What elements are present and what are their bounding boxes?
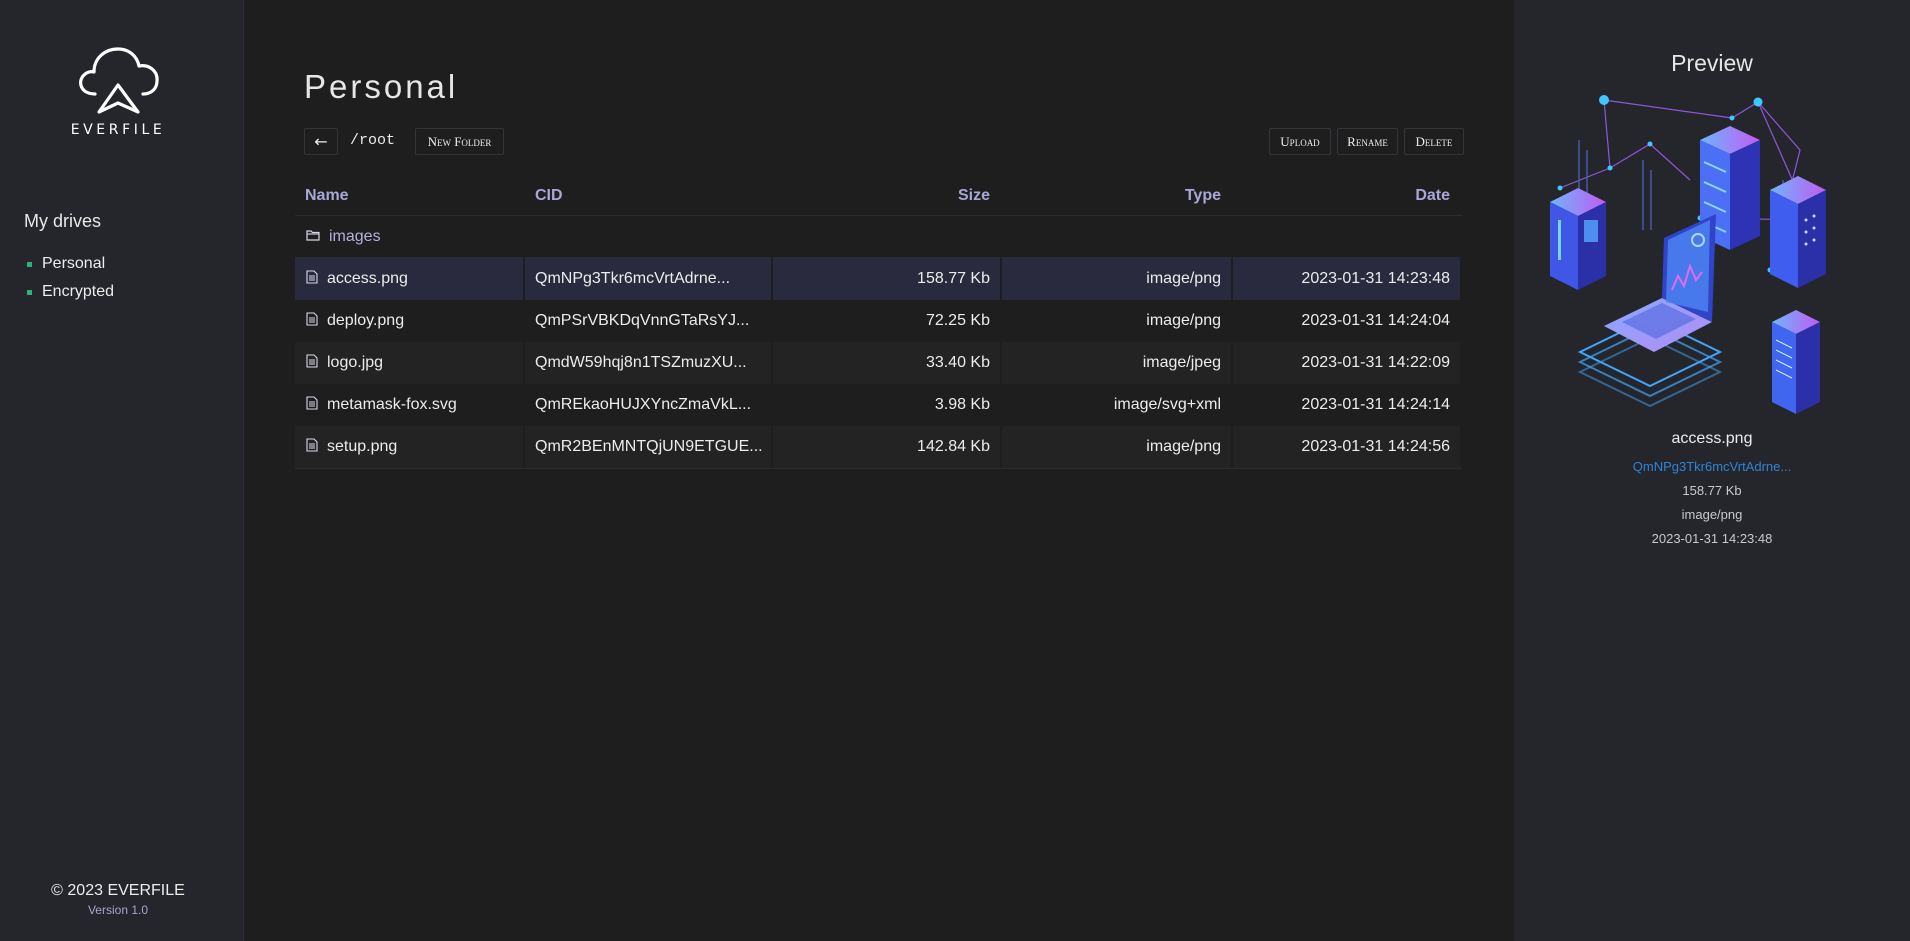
sidebar: EVERFILE My drives Personal Encrypted © … [0, 0, 244, 941]
table-row[interactable]: setup.png QmR2BEnMNTQjUN9ETGUE... 142.84… [295, 426, 1462, 468]
copyright: © 2023 EVERFILE [51, 882, 185, 899]
column-header-type[interactable]: Type [1002, 176, 1233, 215]
size-cell: 158.77 Kb [773, 258, 1002, 300]
file-icon [306, 437, 318, 457]
name-cell: deploy.png [295, 300, 525, 342]
cid-cell [525, 216, 773, 258]
table-row[interactable]: metamask-fox.svg QmREkaoHUJXYncZmaVkL...… [295, 384, 1462, 426]
file-icon [306, 353, 318, 373]
date-cell: 2023-01-31 14:23:48 [1233, 258, 1462, 300]
cid-cell: QmNPg3Tkr6mcVrtAdrne... [525, 258, 773, 300]
preview-title: Preview [1671, 50, 1753, 76]
page-title: Personal [304, 68, 459, 105]
name-cell: logo.jpg [295, 342, 525, 384]
folder-name: images [329, 227, 381, 245]
upload-button[interactable]: Upload [1269, 128, 1331, 155]
type-cell: image/png [1002, 258, 1233, 300]
cloud-logo-icon [79, 47, 159, 114]
file-name: access.png [327, 270, 408, 287]
server-network-illustration [1550, 95, 1826, 414]
rename-button[interactable]: Rename [1337, 128, 1398, 155]
preview-details: access.png QmNPg3Tkr6mcVrtAdrne... 158.7… [1514, 430, 1910, 546]
name-cell: setup.png [295, 426, 525, 468]
cid-cell: QmR2BEnMNTQjUN9ETGUE... [525, 426, 773, 468]
file-name: setup.png [327, 438, 398, 455]
type-cell [1002, 216, 1233, 258]
size-cell: 72.25 Kb [773, 300, 1002, 342]
preview-file-name: access.png [1671, 430, 1753, 447]
cid-cell: QmREkaoHUJXYncZmaVkL... [525, 384, 773, 426]
size-cell: 33.40 Kb [773, 342, 1002, 384]
version-label: Version 1.0 [87, 903, 149, 917]
date-cell: 2023-01-31 14:24:56 [1233, 426, 1462, 468]
folder-name-cell: images [295, 216, 525, 258]
size-cell: 3.98 Kb [773, 384, 1002, 426]
size-cell [773, 216, 1002, 258]
column-header-cid[interactable]: CID [525, 176, 773, 215]
folder-icon [306, 228, 320, 246]
date-cell [1233, 216, 1462, 258]
column-header-date[interactable]: Date [1233, 176, 1462, 215]
file-table: Name CID Size Type Date images access.pn… [295, 176, 1462, 469]
preview-type: image/png [1681, 507, 1743, 522]
file-icon [306, 269, 318, 289]
column-header-size[interactable]: Size [773, 176, 1002, 215]
preview-cid-link[interactable]: QmNPg3Tkr6mcVrtAdrne... [1514, 459, 1910, 474]
bullet-icon [27, 261, 32, 267]
table-row[interactable]: access.png QmNPg3Tkr6mcVrtAdrne... 158.7… [295, 258, 1462, 300]
drive-item-encrypted[interactable]: Encrypted [27, 278, 114, 306]
file-name: metamask-fox.svg [327, 396, 457, 413]
drive-item-personal[interactable]: Personal [27, 250, 114, 278]
type-cell: image/jpeg [1002, 342, 1233, 384]
type-cell: image/png [1002, 300, 1233, 342]
logo-text: EVERFILE [70, 122, 166, 138]
date-cell: 2023-01-31 14:24:04 [1233, 300, 1462, 342]
drive-label: Personal [42, 255, 106, 272]
preview-size: 158.77 Kb [1682, 483, 1742, 498]
bullet-icon [27, 289, 32, 295]
drive-label: Encrypted [42, 283, 115, 300]
preview-date: 2023-01-31 14:23:48 [1651, 531, 1773, 546]
current-path: /root [350, 132, 396, 149]
folder-row[interactable]: images [295, 216, 1462, 258]
cid-cell: QmPSrVBKDqVnnGTaRsYJ... [525, 300, 773, 342]
date-cell: 2023-01-31 14:24:14 [1233, 384, 1462, 426]
drives-heading: My drives [24, 211, 102, 231]
new-folder-button[interactable]: New Folder [415, 128, 504, 155]
file-icon [306, 311, 318, 331]
name-cell: metamask-fox.svg [295, 384, 525, 426]
file-name: deploy.png [327, 312, 405, 329]
cid-cell: QmdW59hqj8n1TSZmuzXU... [525, 342, 773, 384]
type-cell: image/png [1002, 426, 1233, 468]
type-cell: image/svg+xml [1002, 384, 1233, 426]
name-cell: access.png [295, 258, 525, 300]
drive-list: Personal Encrypted [27, 250, 114, 306]
logo[interactable]: EVERFILE [0, 44, 236, 138]
delete-button[interactable]: Delete [1404, 128, 1464, 155]
sidebar-footer: © 2023 EVERFILE Version 1.0 [0, 882, 236, 917]
file-name: logo.jpg [327, 354, 384, 371]
back-button[interactable]: ← [304, 128, 338, 155]
table-row[interactable]: logo.jpg QmdW59hqj8n1TSZmuzXU... 33.40 K… [295, 342, 1462, 384]
table-header: Name CID Size Type Date [295, 176, 1462, 216]
size-cell: 142.84 Kb [773, 426, 1002, 468]
preview-panel: Preview access.png QmNPg3Tkr6mcVrtAdrne.… [1514, 0, 1910, 941]
column-header-name[interactable]: Name [295, 176, 525, 215]
date-cell: 2023-01-31 14:22:09 [1233, 342, 1462, 384]
toolbar: ← /root New Folder Upload Rename Delete [304, 128, 1524, 156]
file-icon [306, 395, 318, 415]
table-divider [295, 468, 1462, 469]
main-content: Personal ← /root New Folder Upload Renam… [244, 0, 1514, 941]
table-row[interactable]: deploy.png QmPSrVBKDqVnnGTaRsYJ... 72.25… [295, 300, 1462, 342]
